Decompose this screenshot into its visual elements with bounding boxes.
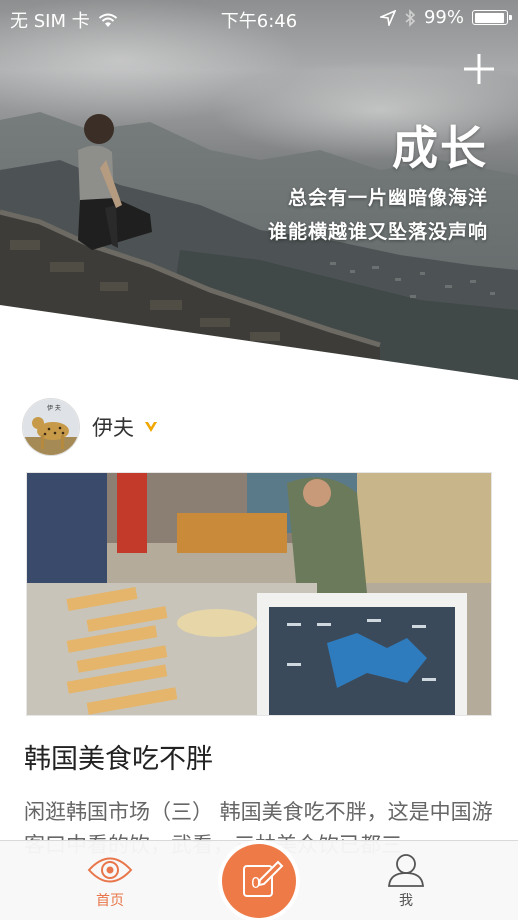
cheetah-avatar-image: 伊 夫: [23, 399, 79, 455]
tab-me[interactable]: 我: [346, 841, 466, 921]
battery-icon: [472, 10, 512, 25]
eye-icon: [87, 857, 133, 883]
hero-banner: 无 SIM 卡 下午6:46 99% 成长 总会有一片幽暗像海洋 谁能横越谁又坠…: [0, 0, 518, 390]
author-name[interactable]: 伊夫: [92, 412, 134, 442]
vip-badge-icon: [145, 422, 157, 432]
post-cover-image[interactable]: [26, 472, 492, 716]
tab-me-label: 我: [399, 893, 413, 909]
add-button[interactable]: [462, 52, 496, 86]
status-bar: 无 SIM 卡 下午6:46 99%: [0, 0, 518, 34]
post-title[interactable]: 韩国美食吃不胖: [24, 737, 213, 776]
avatar[interactable]: 伊 夫: [22, 398, 80, 456]
hero-subtitle-line2: 谁能横越谁又坠落没声响: [267, 221, 488, 243]
bluetooth-icon: [405, 8, 416, 27]
status-right: 99%: [379, 7, 512, 28]
food-market-photo: [27, 473, 491, 715]
author-row[interactable]: 伊 夫 伊夫: [22, 398, 158, 456]
tab-home[interactable]: 首页: [50, 841, 170, 921]
avatar-text: 伊 夫: [47, 404, 61, 412]
battery-percent: 99%: [423, 7, 464, 28]
tab-home-label: 首页: [96, 893, 124, 909]
battery-fill: [474, 12, 505, 23]
hero-title: 成长: [392, 121, 488, 175]
location-arrow-icon: [379, 9, 396, 26]
hero-subtitle-line1: 总会有一片幽暗像海洋: [287, 187, 488, 209]
compose-button[interactable]: 0: [222, 844, 296, 918]
person-icon: [388, 854, 424, 887]
compose-count: 0: [251, 874, 261, 892]
